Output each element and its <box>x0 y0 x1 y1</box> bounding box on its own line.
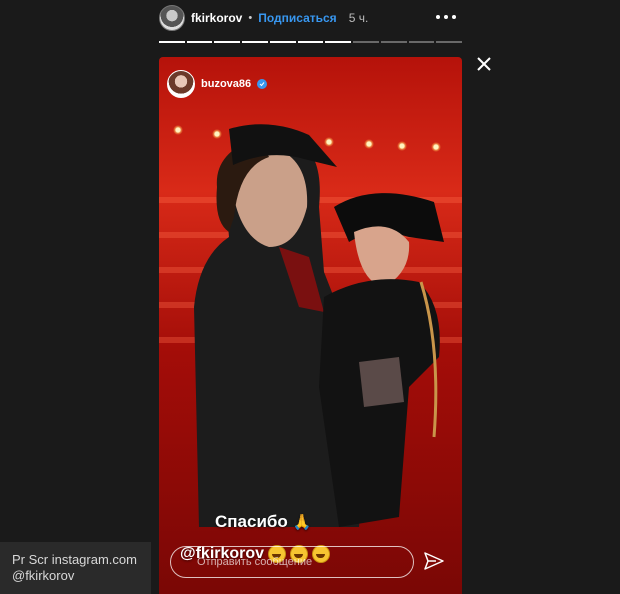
reply-placeholder: Отправить сообщение <box>197 556 313 568</box>
progress-segment <box>408 41 435 43</box>
story-progress <box>159 41 463 43</box>
watermark: Pr Scr instagram.com @fkirkorov <box>0 542 151 594</box>
progress-segment <box>380 41 407 43</box>
progress-segment <box>353 41 379 43</box>
avatar[interactable] <box>159 5 185 31</box>
more-icon[interactable] <box>436 12 456 22</box>
author-avatar[interactable] <box>167 70 195 98</box>
story-header: fkirkorov • Подписаться 5 ч. <box>159 4 368 32</box>
progress-segment <box>186 41 213 43</box>
separator: • <box>248 12 253 24</box>
send-icon[interactable] <box>424 552 444 570</box>
reply-input[interactable]: Отправить сообщение <box>170 546 414 578</box>
progress-segment <box>297 41 324 43</box>
watermark-source: Pr Scr instagram.com <box>12 552 137 567</box>
close-icon[interactable] <box>474 54 494 74</box>
progress-segment <box>436 41 463 43</box>
caption-text: Спасибо 🙏 <box>215 512 311 532</box>
caption-word: Спасибо <box>215 512 288 531</box>
watermark-handle: @fkirkorov <box>12 568 75 583</box>
pray-icon: 🙏 <box>292 514 312 531</box>
progress-segment <box>214 41 241 43</box>
story-author: buzova86 <box>167 70 268 98</box>
progress-segment <box>242 41 268 43</box>
verified-icon <box>257 79 268 89</box>
username[interactable]: fkirkorov <box>191 11 242 25</box>
timestamp: 5 ч. <box>348 11 369 25</box>
progress-segment <box>325 41 352 43</box>
follow-button[interactable]: Подписаться <box>258 11 336 25</box>
progress-segment <box>269 41 296 43</box>
author-username[interactable]: buzova86 <box>201 78 251 90</box>
progress-segment <box>159 41 185 43</box>
